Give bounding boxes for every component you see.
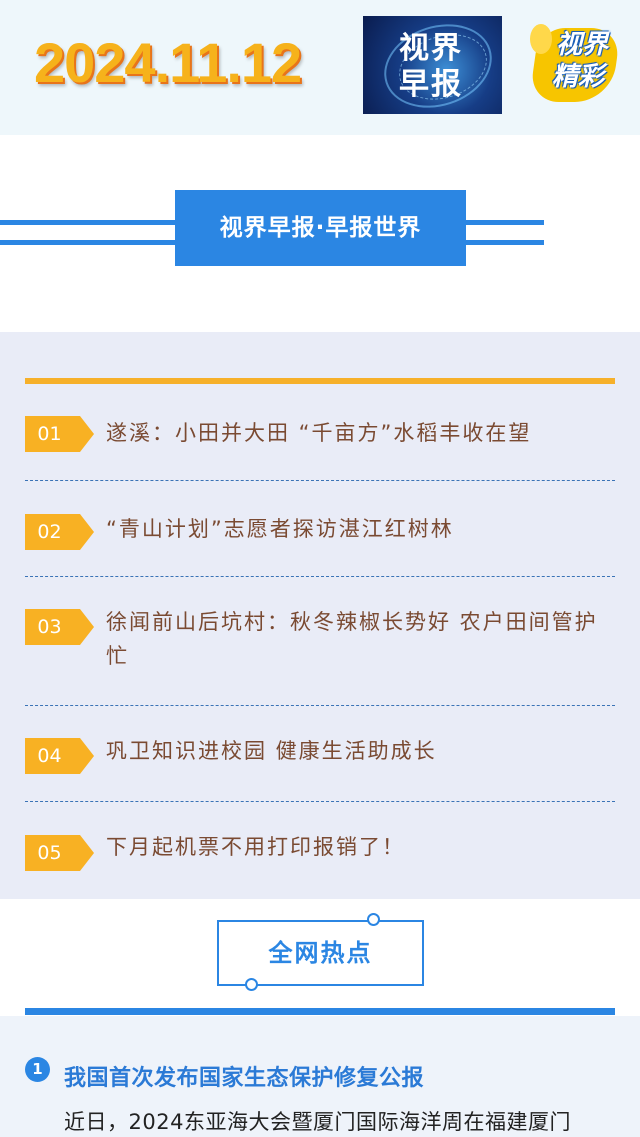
article-body: 近日，2024东亚海大会暨厦门国际海洋周在福建厦门: [64, 1110, 571, 1134]
news-number-badge: 04: [25, 738, 94, 774]
news-headline[interactable]: 遂溪：小田并大田 “千亩方”水稻丰收在望: [106, 416, 618, 450]
decorative-circle: [245, 978, 258, 991]
shijie-jingcai-logo: 视界 精彩: [528, 24, 622, 104]
news-divider: [25, 705, 615, 706]
title-stripe: [0, 240, 175, 245]
news-divider: [25, 801, 615, 802]
shijie-zaobao-logo: 视界 早报: [363, 16, 502, 114]
logo-text-line2: 早报: [399, 67, 463, 102]
logo2-text-line1: 视界: [556, 30, 609, 60]
news-headline[interactable]: 徐闻前山后坑村：秋冬辣椒长势好 农户田间管护忙: [106, 605, 618, 673]
date-label: 2024.11.12: [34, 31, 302, 94]
logo2-text-line2: 精彩: [552, 62, 605, 92]
news-top-bar: [25, 378, 615, 384]
news-number-badge: 05: [25, 835, 94, 871]
news-headline[interactable]: “青山计划”志愿者探访湛江红树林: [106, 512, 618, 546]
title-stripe: [466, 220, 544, 225]
decorative-circle: [367, 913, 380, 926]
article-title[interactable]: 我国首次发布国家生态保护修复公报: [64, 1060, 424, 1092]
news-headline[interactable]: 下月起机票不用打印报销了！: [106, 830, 618, 864]
logo-dot: [530, 24, 552, 54]
logo-text-line1: 视界: [399, 31, 463, 66]
hot-topics-bar: [25, 1008, 615, 1015]
header: 2024.11.12 视界 早报 视界 精彩: [0, 0, 640, 135]
title-stripe: [466, 240, 544, 245]
section-title: 视界早报·早报世界: [175, 190, 466, 266]
article-number-badge: 1: [25, 1057, 50, 1082]
news-divider: [25, 480, 615, 481]
title-stripe: [0, 220, 175, 225]
news-number-badge: 01: [25, 416, 94, 452]
news-headline[interactable]: 巩卫知识进校园 健康生活助成长: [106, 734, 618, 768]
news-number-badge: 02: [25, 514, 94, 550]
news-number-badge: 03: [25, 609, 94, 645]
news-divider: [25, 576, 615, 577]
hot-topics-title: 全网热点: [217, 920, 424, 986]
